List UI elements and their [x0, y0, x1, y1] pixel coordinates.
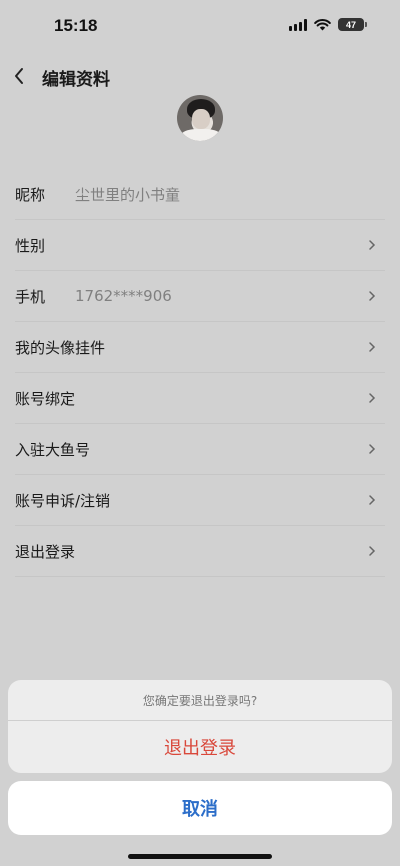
avatar[interactable]	[177, 95, 223, 141]
row-gender[interactable]: 性别	[15, 220, 385, 271]
row-label: 账号申诉/注销	[15, 491, 111, 510]
cancel-button[interactable]: 取消	[8, 781, 392, 835]
chevron-right-icon	[369, 495, 376, 505]
chevron-right-icon	[369, 240, 376, 250]
row-value: 1762****906	[75, 287, 172, 305]
row-dayu-account[interactable]: 入驻大鱼号	[15, 424, 385, 475]
row-label: 我的头像挂件	[15, 338, 106, 357]
row-label: 入驻大鱼号	[15, 440, 91, 459]
signal-icon	[289, 18, 307, 31]
row-avatar-pendant[interactable]: 我的头像挂件	[15, 322, 385, 373]
row-appeal-cancel[interactable]: 账号申诉/注销	[15, 475, 385, 526]
confirm-logout-button[interactable]: 退出登录	[8, 721, 392, 773]
row-label: 退出登录	[15, 542, 76, 561]
row-value: 尘世里的小书童	[75, 185, 181, 204]
action-sheet-message: 您确定要退出登录吗?	[8, 680, 392, 721]
battery-icon: 47	[338, 18, 367, 31]
wifi-icon	[314, 18, 331, 30]
row-label: 手机	[15, 287, 46, 306]
status-icons: 47	[289, 18, 367, 31]
row-logout[interactable]: 退出登录	[15, 526, 385, 577]
chevron-right-icon	[369, 342, 376, 352]
chevron-right-icon	[369, 546, 376, 556]
profile-list: 昵称 尘世里的小书童 性别 手机 1762****906 我的头像挂件 账号绑定…	[0, 169, 400, 577]
nav-bar: 编辑资料	[0, 58, 400, 94]
row-account-binding[interactable]: 账号绑定	[15, 373, 385, 424]
status-time: 15:18	[54, 16, 98, 35]
row-nickname[interactable]: 昵称 尘世里的小书童	[15, 169, 385, 220]
row-label: 昵称	[15, 185, 46, 204]
chevron-right-icon	[369, 444, 376, 454]
row-label: 账号绑定	[15, 389, 76, 408]
row-label: 性别	[15, 236, 46, 255]
chevron-right-icon	[369, 291, 376, 301]
page-title: 编辑资料	[42, 70, 110, 90]
row-phone[interactable]: 手机 1762****906	[15, 271, 385, 322]
home-indicator	[128, 854, 272, 859]
back-button[interactable]	[8, 60, 30, 92]
chevron-left-icon	[15, 68, 23, 84]
logout-action-sheet: 您确定要退出登录吗? 退出登录	[8, 680, 392, 773]
chevron-right-icon	[369, 393, 376, 403]
status-bar: 15:18 47	[0, 0, 400, 54]
